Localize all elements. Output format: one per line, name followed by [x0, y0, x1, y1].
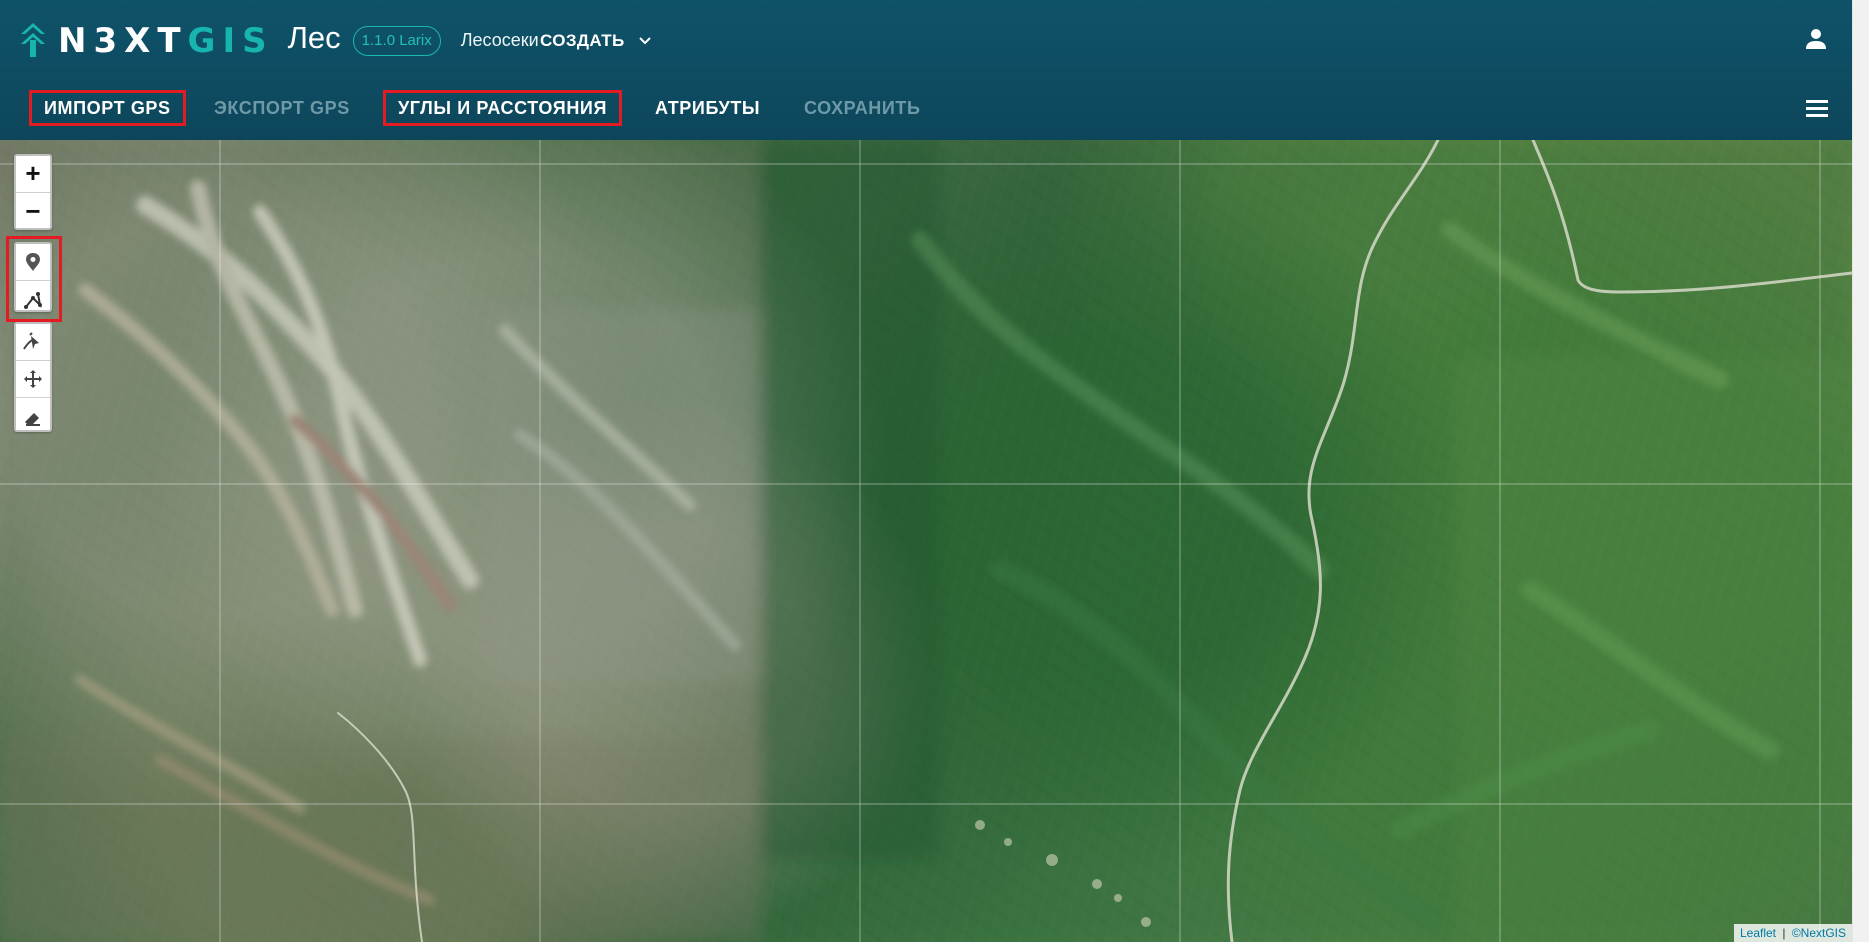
nextgis-logo-icon	[21, 23, 45, 57]
import-gps-button[interactable]: ИМПОРТ GPS	[29, 90, 186, 126]
move-icon	[24, 370, 42, 388]
page-scrollbar[interactable]	[1852, 0, 1869, 942]
hamburger-icon-line-3	[1806, 114, 1828, 117]
location-pin-icon	[26, 253, 40, 271]
map-attribution: Leaflet | ©NextGIS	[1733, 924, 1852, 942]
nextgis-attribution-link[interactable]: ©NextGIS	[1792, 926, 1846, 940]
chevron-down-icon	[638, 37, 651, 45]
top-navigation-bar: N3XT GIS Лес 1.1.0 Larix Лесосеки СОЗДАТЬ	[0, 0, 1852, 140]
version-badge: 1.1.0 Larix	[352, 26, 441, 56]
import-gps-label: ИМПОРТ GPS	[44, 97, 171, 118]
map-grid-overlay	[0, 140, 1852, 942]
eraser-tool-button[interactable]	[16, 398, 50, 430]
hamburger-icon-line-1	[1806, 100, 1828, 103]
attributes-label: АТРИБУТЫ	[655, 97, 761, 118]
draw-icon	[23, 332, 39, 350]
leaflet-attribution-link[interactable]: Leaflet	[1740, 926, 1776, 940]
edit-tools-group	[14, 322, 52, 432]
polyline-tool-button[interactable]	[16, 281, 50, 310]
page-viewport: N3XT GIS Лес 1.1.0 Larix Лесосеки СОЗДАТЬ	[0, 0, 1869, 942]
create-menu-label: СОЗДАТЬ	[540, 31, 625, 50]
app-window: N3XT GIS Лес 1.1.0 Larix Лесосеки СОЗДАТЬ	[0, 0, 1852, 942]
zoom-out-button[interactable]: −	[16, 193, 50, 228]
hamburger-menu-button[interactable]	[1806, 100, 1828, 118]
product-name: Лес	[287, 20, 341, 55]
save-button: СОХРАНИТЬ	[792, 91, 933, 125]
zoom-out-icon: −	[25, 195, 41, 226]
zoom-in-icon: +	[25, 158, 41, 188]
save-label: СОХРАНИТЬ	[804, 97, 921, 118]
zoom-in-button[interactable]: +	[16, 156, 50, 193]
angles-distances-label: УГЛЫ И РАССТОЯНИЯ	[398, 97, 607, 118]
draw-tool-button[interactable]	[16, 324, 50, 361]
create-menu-button[interactable]: СОЗДАТЬ	[540, 29, 651, 53]
measure-tools-group	[14, 242, 52, 312]
point-tool-button[interactable]	[16, 244, 50, 281]
map-canvas[interactable]: + − Leaflet | ©NextGIS	[0, 140, 1852, 942]
brand-next-text: N3XT	[58, 21, 188, 61]
export-gps-label: ЭКСПОРТ GPS	[214, 97, 350, 118]
polyline-icon	[24, 291, 42, 309]
zoom-control: + −	[14, 154, 52, 230]
current-layer-name: Лесосеки	[460, 29, 539, 50]
attributes-button[interactable]: АТРИБУТЫ	[643, 91, 772, 125]
brand-gis-text: GIS	[187, 21, 274, 61]
brand-wordmark: N3XT GIS	[58, 24, 274, 58]
hamburger-icon-line-2	[1806, 107, 1828, 110]
export-gps-button: ЭКСПОРТ GPS	[202, 91, 362, 125]
move-tool-button[interactable]	[16, 361, 50, 398]
brand-area: N3XT GIS Лес 1.1.0 Larix Лесосеки	[20, 16, 539, 64]
angles-distances-button[interactable]: УГЛЫ И РАССТОЯНИЯ	[383, 90, 622, 126]
user-account-button[interactable]	[1802, 25, 1830, 53]
attribution-separator: |	[1782, 926, 1786, 940]
user-icon	[1806, 29, 1826, 49]
eraser-icon	[25, 412, 40, 426]
main-toolbar: ИМПОРТ GPS ЭКСПОРТ GPS УГЛЫ И РАССТОЯНИЯ…	[0, 78, 1852, 140]
